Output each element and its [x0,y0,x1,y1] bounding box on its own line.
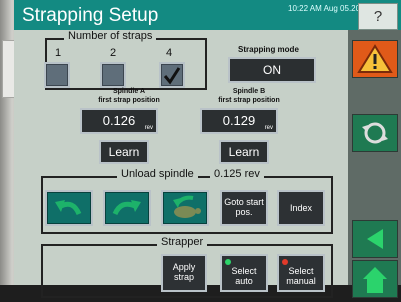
turtle-icon [173,195,201,218]
home-icon [363,267,387,293]
help-button[interactable]: ? [358,3,398,30]
spindle-a-unit: rev [144,125,153,131]
manual-indicator-icon [282,259,288,265]
spindle-b-learn-button[interactable]: Learn [219,140,269,164]
hmi-screen: Strapping Setup 10:22 AM Aug 05.20 ? Num… [14,0,401,298]
strapper-title: Strapper [157,236,208,248]
select-auto-line1: Select [231,266,257,276]
spindle-a-subtitle: first strap position [98,97,160,104]
right-toolbar [348,30,401,298]
back-arrow-icon [367,229,383,249]
apply-strap-line2: strap [173,272,194,282]
unload-spindle-title: Unload spindle [117,168,198,180]
spindle-b-position-field[interactable]: 0.129 rev [200,108,278,134]
rotate-icon [362,122,388,144]
spindle-b-unit: rev [264,125,273,131]
strapping-mode-title: Strapping mode [238,45,299,54]
warning-button[interactable] [352,40,398,78]
clock-display: 10:22 AM Aug 05.20 [288,4,361,13]
rotate-left-button[interactable] [45,190,93,226]
straps-label-4: 4 [166,47,173,59]
select-manual-line1: Select [288,266,314,276]
select-manual-button[interactable]: Select manual [277,254,325,292]
right-separator [337,30,348,285]
goto-start-line1: Goto start [224,197,264,207]
spindle-a-learn-button[interactable]: Learn [99,140,149,164]
straps-1-checkbox[interactable] [44,62,70,88]
spindle-rotate-button[interactable] [352,114,398,152]
apply-strap-button[interactable]: Apply strap [161,254,207,292]
strapping-mode-toggle[interactable]: ON [228,57,316,83]
home-button[interactable] [352,260,398,298]
straps-label-1: 1 [55,47,62,59]
spindle-a-title: Spindle A [112,88,146,95]
slow-jog-button[interactable] [161,190,209,226]
straps-4-checkbox[interactable] [159,62,185,88]
rotate-right-arrow-icon [112,200,141,216]
goto-start-line2: pos. [235,207,253,217]
title-bar: Strapping Setup 10:22 AM Aug 05.20 ? [14,0,401,30]
spindle-a-position-field[interactable]: 0.126 rev [80,108,158,134]
unload-spindle-value: 0.125 rev [210,168,264,180]
spindle-b-subtitle: first strap position [218,97,280,104]
page-title: Strapping Setup [22,5,159,26]
rotate-left-arrow-icon [55,200,82,216]
spindle-b-value: 0.129 [222,113,256,128]
checkmark-icon [163,67,181,85]
goto-start-button[interactable]: Goto start pos. [220,190,268,226]
rotate-right-button[interactable] [103,190,151,226]
back-button[interactable] [352,220,398,258]
select-auto-button[interactable]: Select auto [220,254,268,292]
warning-icon [357,44,393,73]
number-of-straps-title: Number of straps [64,30,157,42]
spindle-a-value: 0.126 [102,113,136,128]
apply-strap-line1: Apply [172,262,196,272]
straps-label-2: 2 [110,47,117,59]
index-button[interactable]: Index [277,190,325,226]
spindle-b-title: Spindle B [232,88,266,95]
auto-indicator-icon [225,259,231,265]
straps-2-checkbox[interactable] [100,62,126,88]
